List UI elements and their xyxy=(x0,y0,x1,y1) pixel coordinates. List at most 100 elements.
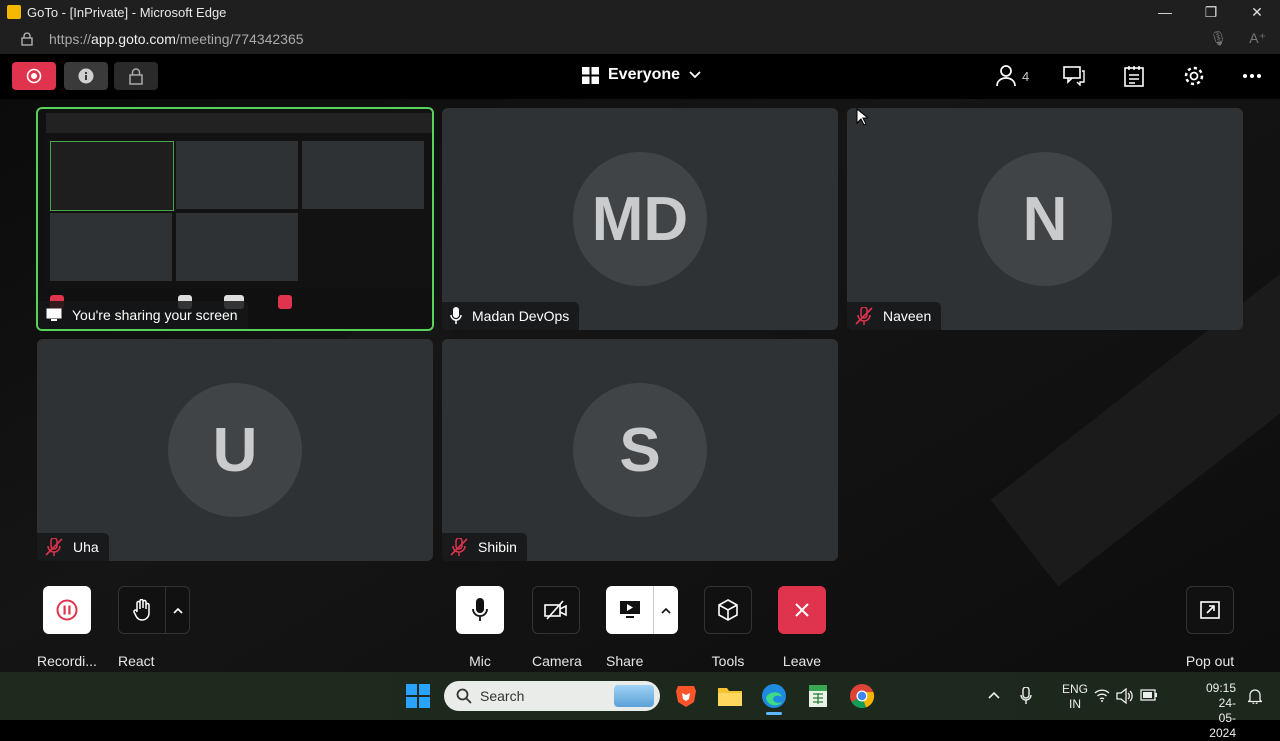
share-menu-button[interactable] xyxy=(653,586,678,634)
person-icon xyxy=(996,65,1016,87)
start-button[interactable] xyxy=(404,682,432,710)
pop-out-icon xyxy=(1200,601,1220,619)
clock-time: 09:15 xyxy=(1205,681,1236,695)
avatar: N xyxy=(978,152,1112,286)
camera-label: Camera xyxy=(532,653,582,669)
brave-browser-button[interactable] xyxy=(672,682,700,710)
search-placeholder: Search xyxy=(480,688,525,704)
view-selector[interactable]: Everyone xyxy=(582,66,701,84)
grid-icon xyxy=(582,66,599,84)
chevron-up-icon[interactable] xyxy=(988,691,1000,699)
avatar: U xyxy=(168,383,302,517)
recording-control[interactable]: Recordi... xyxy=(36,586,98,669)
info-button[interactable] xyxy=(64,62,108,90)
participant-tile[interactable]: N Naveen xyxy=(847,108,1243,330)
microphone-permission-icon[interactable]: 🎙 xyxy=(1209,30,1227,47)
avatar: S xyxy=(573,383,707,517)
participant-count: 4 xyxy=(1022,68,1030,84)
restore-icon[interactable]: ❐ xyxy=(1188,0,1234,24)
share-control[interactable]: Share xyxy=(606,586,678,669)
settings-button[interactable] xyxy=(1180,64,1208,88)
leave-control[interactable]: Leave xyxy=(778,586,826,669)
wifi-icon[interactable] xyxy=(1094,688,1110,702)
record-button[interactable] xyxy=(12,62,56,90)
chrome-browser-button[interactable] xyxy=(848,682,876,710)
share-status-chip: You're sharing your screen xyxy=(38,301,248,329)
camera-control[interactable]: Camera xyxy=(532,586,582,669)
url-prefix: https:// xyxy=(49,31,92,47)
meeting-controls: Recordi... React Mic Camera Share Tools … xyxy=(0,578,1280,672)
react-menu-button[interactable] xyxy=(165,587,189,633)
tools-button[interactable] xyxy=(704,586,752,634)
share-button[interactable] xyxy=(606,586,653,634)
monitor-icon xyxy=(46,308,62,321)
chevron-up-icon xyxy=(172,607,183,614)
participant-tile[interactable]: U Uha xyxy=(37,339,433,561)
participants-button[interactable]: 4 xyxy=(996,64,1036,88)
microphone-icon xyxy=(450,307,462,324)
lock-icon xyxy=(21,32,33,46)
preview-leave-icon xyxy=(278,295,292,309)
address-bar[interactable]: https://app.goto.com/meeting/774342365 🎙… xyxy=(0,24,1280,54)
close-icon[interactable]: ✕ xyxy=(1234,0,1280,24)
mic-button[interactable] xyxy=(456,586,504,634)
microphone-in-use-icon[interactable] xyxy=(1020,687,1032,705)
react-label: React xyxy=(118,653,155,669)
browser-titlebar: GoTo - [InPrivate] - Microsoft Edge — ❐ … xyxy=(0,0,1280,24)
participant-tile[interactable]: MD Madan DevOps xyxy=(442,108,838,330)
react-button[interactable] xyxy=(119,587,165,633)
spreadsheet-icon xyxy=(809,685,827,707)
screen-share-icon xyxy=(619,601,640,618)
file-explorer-button[interactable] xyxy=(716,682,744,710)
cube-icon xyxy=(718,599,738,621)
chat-button[interactable] xyxy=(1060,64,1088,88)
edge-icon xyxy=(762,684,786,708)
participant-name: Naveen xyxy=(883,308,932,324)
popout-button[interactable] xyxy=(1186,586,1234,634)
share-label: Share xyxy=(606,653,644,669)
tools-label: Tools xyxy=(711,653,745,669)
react-control[interactable]: React xyxy=(118,586,190,669)
edge-browser-button[interactable] xyxy=(760,682,788,715)
chat-icon xyxy=(1063,66,1085,86)
record-icon xyxy=(26,68,42,84)
url-path: /meeting/774342365 xyxy=(175,31,304,47)
camera-off-icon xyxy=(544,600,567,620)
participant-tile[interactable]: S Shibin xyxy=(442,339,838,561)
clock[interactable]: 09:15 24-05-2024 xyxy=(1206,681,1236,741)
brave-lion-icon xyxy=(676,686,696,707)
mic-control[interactable]: Mic xyxy=(456,586,504,669)
taskbar-search[interactable]: Search xyxy=(444,681,660,711)
language-code: ENG xyxy=(1061,682,1088,696)
language-indicator[interactable]: ENG IN xyxy=(1062,682,1088,712)
battery-icon[interactable] xyxy=(1140,689,1158,701)
minimize-icon[interactable]: — xyxy=(1142,0,1188,24)
url-text[interactable]: https://app.goto.com/meeting/774342365 xyxy=(49,31,304,47)
tools-control[interactable]: Tools xyxy=(704,586,752,669)
window-title: GoTo - [InPrivate] - Microsoft Edge xyxy=(27,4,227,20)
camera-button[interactable] xyxy=(532,586,580,634)
leave-button[interactable] xyxy=(778,586,826,634)
lock-meeting-button[interactable] xyxy=(114,62,158,90)
volume-icon[interactable] xyxy=(1116,688,1134,704)
recording-button[interactable] xyxy=(43,586,91,634)
read-aloud-icon[interactable]: A⁺ xyxy=(1249,30,1266,47)
notes-button[interactable] xyxy=(1120,64,1148,88)
popout-control[interactable]: Pop out xyxy=(1180,586,1240,669)
participant-name: Madan DevOps xyxy=(472,308,570,324)
notes-icon xyxy=(1124,66,1144,87)
active-app-indicator xyxy=(766,712,782,715)
participant-name-chip: Uha xyxy=(37,533,109,561)
more-options-button[interactable] xyxy=(1238,64,1266,88)
preview-tile xyxy=(176,213,298,281)
microphone-muted-icon xyxy=(45,538,63,556)
windows-taskbar: Search ENG IN 09:15 24-05-2024 xyxy=(0,672,1280,740)
participant-name: Uha xyxy=(73,539,99,555)
spreadsheet-app-button[interactable] xyxy=(804,682,832,710)
preview-share-tile xyxy=(50,141,174,211)
screen-share-tile[interactable]: You're sharing your screen xyxy=(36,107,434,331)
preview-tile xyxy=(50,213,172,281)
microphone-muted-icon xyxy=(855,307,873,325)
pause-recording-icon xyxy=(56,599,78,621)
notification-bell-icon[interactable] xyxy=(1248,688,1262,704)
